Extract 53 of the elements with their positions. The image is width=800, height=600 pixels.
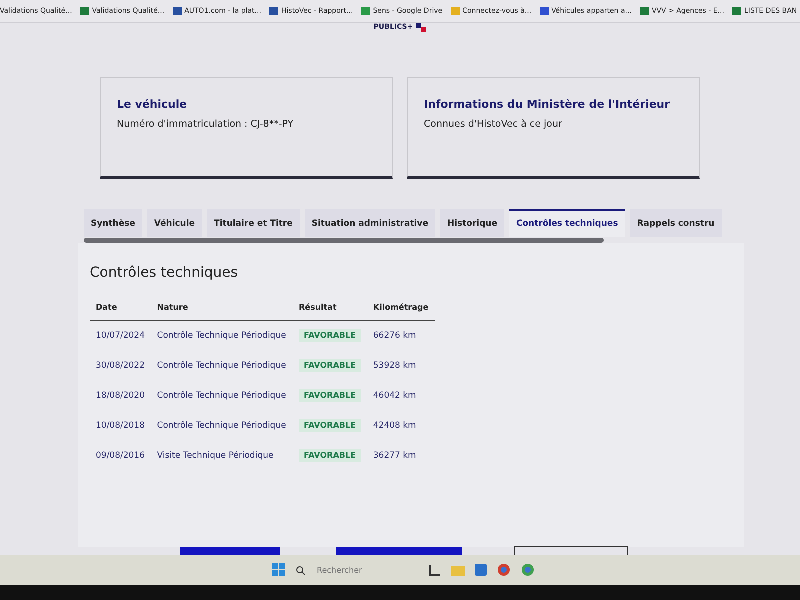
search-icon <box>296 566 305 574</box>
scrollbar-thumb[interactable] <box>84 238 604 242</box>
date-cell-text: 18/08/2020 <box>95 390 146 403</box>
date-cell-text: 30/08/2022 <box>95 360 146 373</box>
result-badge: FAVORABLE <box>298 419 362 432</box>
card-text: Numéro d'immatriculation : CJ-8**-PY <box>117 119 295 130</box>
browser-icon[interactable] <box>521 563 535 577</box>
tab[interactable]: Véhicule <box>147 209 202 237</box>
mileage-cell-text: 36277 km <box>372 450 418 463</box>
section-title: Contrôles techniques <box>90 265 240 281</box>
taskview-icon[interactable] <box>429 564 441 576</box>
store-icon[interactable] <box>475 564 487 576</box>
column-header: Nature <box>151 299 293 320</box>
nature-cell-text: Contrôle Technique Périodique <box>156 420 288 433</box>
date-cell-text: 10/08/2018 <box>95 420 146 433</box>
tab[interactable]: Historique <box>440 209 504 237</box>
result-badge: FAVORABLE <box>298 359 362 372</box>
result-badge: FAVORABLE <box>298 449 362 462</box>
bookmark-icon <box>732 7 742 15</box>
tab[interactable]: Titulaire et Titre <box>207 209 300 237</box>
tab[interactable]: Rappels constru <box>630 209 722 237</box>
tab[interactable]: Contrôles techniques <box>509 209 626 237</box>
bookmark-icon <box>269 7 278 15</box>
tab[interactable]: Situation administrative <box>304 209 436 237</box>
result-badge: FAVORABLE <box>298 389 362 402</box>
mileage-cell-text: 42408 km <box>372 420 418 433</box>
card-title: Informations du Ministère de l'Intérieur <box>424 98 672 111</box>
column-header: Kilométrage <box>367 299 435 320</box>
date-cell-text: 09/08/2016 <box>95 450 146 463</box>
bookmark-icon <box>540 7 549 15</box>
logo-icon <box>416 23 426 32</box>
mileage-cell: 66276 km <box>367 320 435 351</box>
nature-cell-text: Visite Technique Périodique <box>156 450 275 463</box>
mileage-cell-text: 53928 km <box>372 360 418 373</box>
card-text: Connues d'HistoVec à ce jour <box>424 119 564 130</box>
bookmark-icon <box>640 7 649 15</box>
windows-icon[interactable] <box>272 563 286 577</box>
search-field[interactable]: Rechercher <box>315 564 399 576</box>
browser-icon[interactable] <box>497 563 511 577</box>
card-title: Le véhicule <box>117 98 188 111</box>
mileage-cell-text: 46042 km <box>372 390 418 403</box>
date-cell: 10/07/2024 <box>90 320 152 351</box>
column-header: Résultat <box>292 299 368 320</box>
bookmark-icon <box>80 7 90 15</box>
nature-cell-text: Contrôle Technique Périodique <box>156 390 288 403</box>
result-badge: FAVORABLE <box>298 329 362 342</box>
nature-cell-text: Contrôle Technique Périodique <box>156 360 288 373</box>
tab[interactable]: Synthèse <box>84 209 142 237</box>
bookmark-icon <box>361 7 370 15</box>
bookmark-icon <box>172 7 182 15</box>
column-header: Date <box>90 299 152 320</box>
bookmark-icon <box>450 7 460 15</box>
nature-cell: Contrôle Technique Périodique <box>151 320 293 351</box>
